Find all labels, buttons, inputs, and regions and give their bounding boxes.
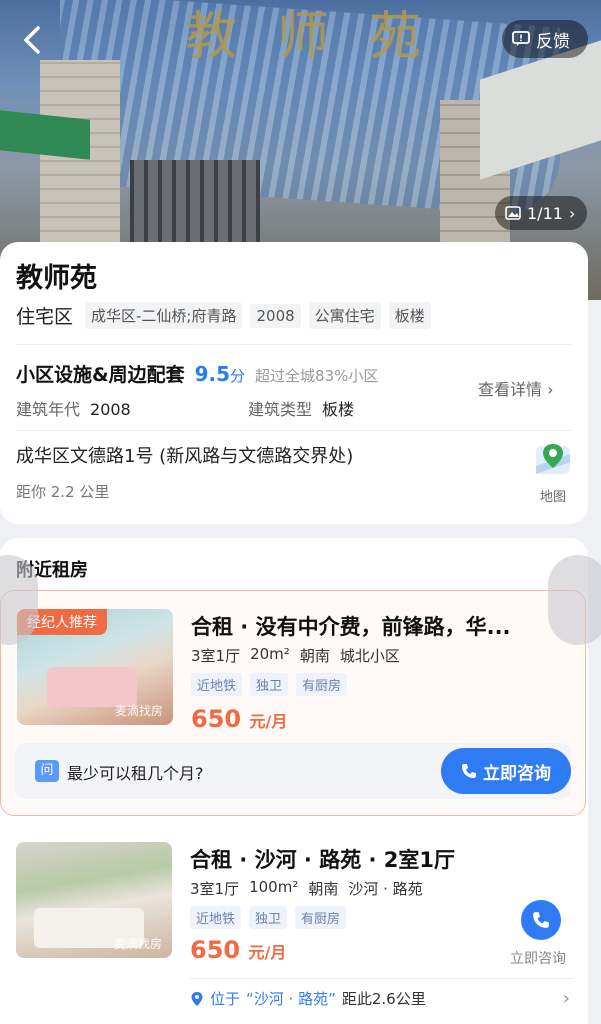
- community-tag: 公寓住宅: [308, 302, 381, 329]
- community-tag: 2008: [250, 303, 301, 328]
- community-address: 成华区文德路1号 (新风路与文德路交界处): [16, 446, 354, 467]
- back-icon: [24, 26, 40, 54]
- location-icon: [191, 991, 203, 1006]
- divider: [16, 430, 572, 431]
- map-pin-icon: [536, 444, 570, 474]
- listing-title[interactable]: 合租 · 没有中介费，前锋路，华...: [191, 611, 511, 641]
- chevron-right-icon: ›: [547, 380, 554, 399]
- listing-card-highlighted[interactable]: 经纪人推荐 麦滴找房 合租 · 没有中介费，前锋路，华... 3室1厅 20m² 朝…: [0, 590, 586, 816]
- hero-sign: 教师苑: [185, 7, 462, 67]
- phone-icon: [462, 764, 476, 778]
- listing-price: 650 元/月: [191, 705, 288, 733]
- community-tag: 板楼: [388, 302, 431, 329]
- back-button[interactable]: [12, 22, 52, 58]
- listing-meta: 3室1厅 100m² 朝南 沙河 · 路苑: [190, 878, 423, 898]
- listing-price: 650 元/月: [190, 936, 287, 964]
- divider: [16, 344, 572, 345]
- hero-awning-left: [0, 110, 90, 160]
- community-subtype: 住宅区: [16, 306, 74, 328]
- view-details-link[interactable]: 查看详情 ›: [478, 376, 554, 400]
- chevron-right-icon: ›: [568, 203, 576, 223]
- listing-tags: 近地铁 独卫 有厨房: [190, 906, 347, 929]
- photo-watermark: 麦滴找房: [113, 937, 162, 951]
- divider: [190, 978, 574, 979]
- community-name: 教师苑: [16, 263, 97, 294]
- listing-photo[interactable]: 麦滴找房: [16, 842, 172, 958]
- call-button[interactable]: [521, 900, 561, 940]
- listing-photo[interactable]: 经纪人推荐 麦滴找房: [17, 609, 173, 725]
- feedback-label: 反馈: [536, 31, 570, 52]
- community-info-card: 教师苑 住宅区 成华区-二仙桥;府青路 2008 公寓住宅 板楼 小区设施&周边…: [0, 242, 588, 524]
- community-tag: 成华区-二仙桥;府青路: [85, 302, 243, 329]
- phone-icon: [533, 912, 549, 928]
- photo-watermark: 麦滴找房: [114, 704, 163, 718]
- facilities-label: 小区设施&周边配套: [16, 364, 185, 386]
- listing-title[interactable]: 合租 · 沙河 · 路苑 · 2室1厅: [190, 844, 455, 874]
- consult-button[interactable]: 立即咨询: [441, 748, 571, 794]
- photo-counter-text: 1/11: [527, 203, 563, 223]
- photo-bed: [47, 667, 137, 707]
- question-text: 最少可以租几个月?: [67, 764, 204, 783]
- community-distance: 距你 2.2 公里: [16, 483, 110, 501]
- listing-tags: 近地铁 独卫 有厨房: [191, 673, 348, 696]
- listing-location-row[interactable]: 位于 “沙河 · 路苑” 距此2.6公里 ›: [190, 988, 570, 1009]
- facilities-score: 9.5分: [194, 362, 246, 386]
- chevron-right-icon: ›: [562, 988, 570, 1009]
- map-label: 地图: [539, 490, 566, 505]
- facilities-note: 超过全城83%小区: [255, 367, 379, 385]
- photo-counter[interactable]: 1/11 ›: [495, 196, 587, 230]
- facilities-row[interactable]: 小区设施&周边配套 9.5分 超过全城83%小区: [16, 360, 378, 387]
- nearby-rentals-section: 附近租房 经纪人推荐 麦滴找房 合租 · 没有中介费，前锋路，华... 3室1厅…: [0, 538, 588, 1024]
- next-arrow[interactable]: [548, 555, 601, 645]
- image-icon: [505, 206, 521, 220]
- map-button[interactable]: 地图: [532, 440, 574, 505]
- listing-meta: 3室1厅 20m² 朝南 城北小区: [191, 645, 400, 665]
- feedback-icon: [512, 31, 530, 46]
- build-type: 建筑类型 板楼: [248, 400, 355, 419]
- question-icon: 问: [35, 760, 59, 782]
- prev-arrow[interactable]: [0, 555, 38, 645]
- feedback-button[interactable]: 反馈: [502, 20, 588, 58]
- community-tags-row: 住宅区 成华区-二仙桥;府青路 2008 公寓住宅 板楼: [16, 302, 431, 329]
- call-label: 立即咨询: [510, 951, 566, 967]
- build-year: 建筑年代 2008: [16, 400, 131, 419]
